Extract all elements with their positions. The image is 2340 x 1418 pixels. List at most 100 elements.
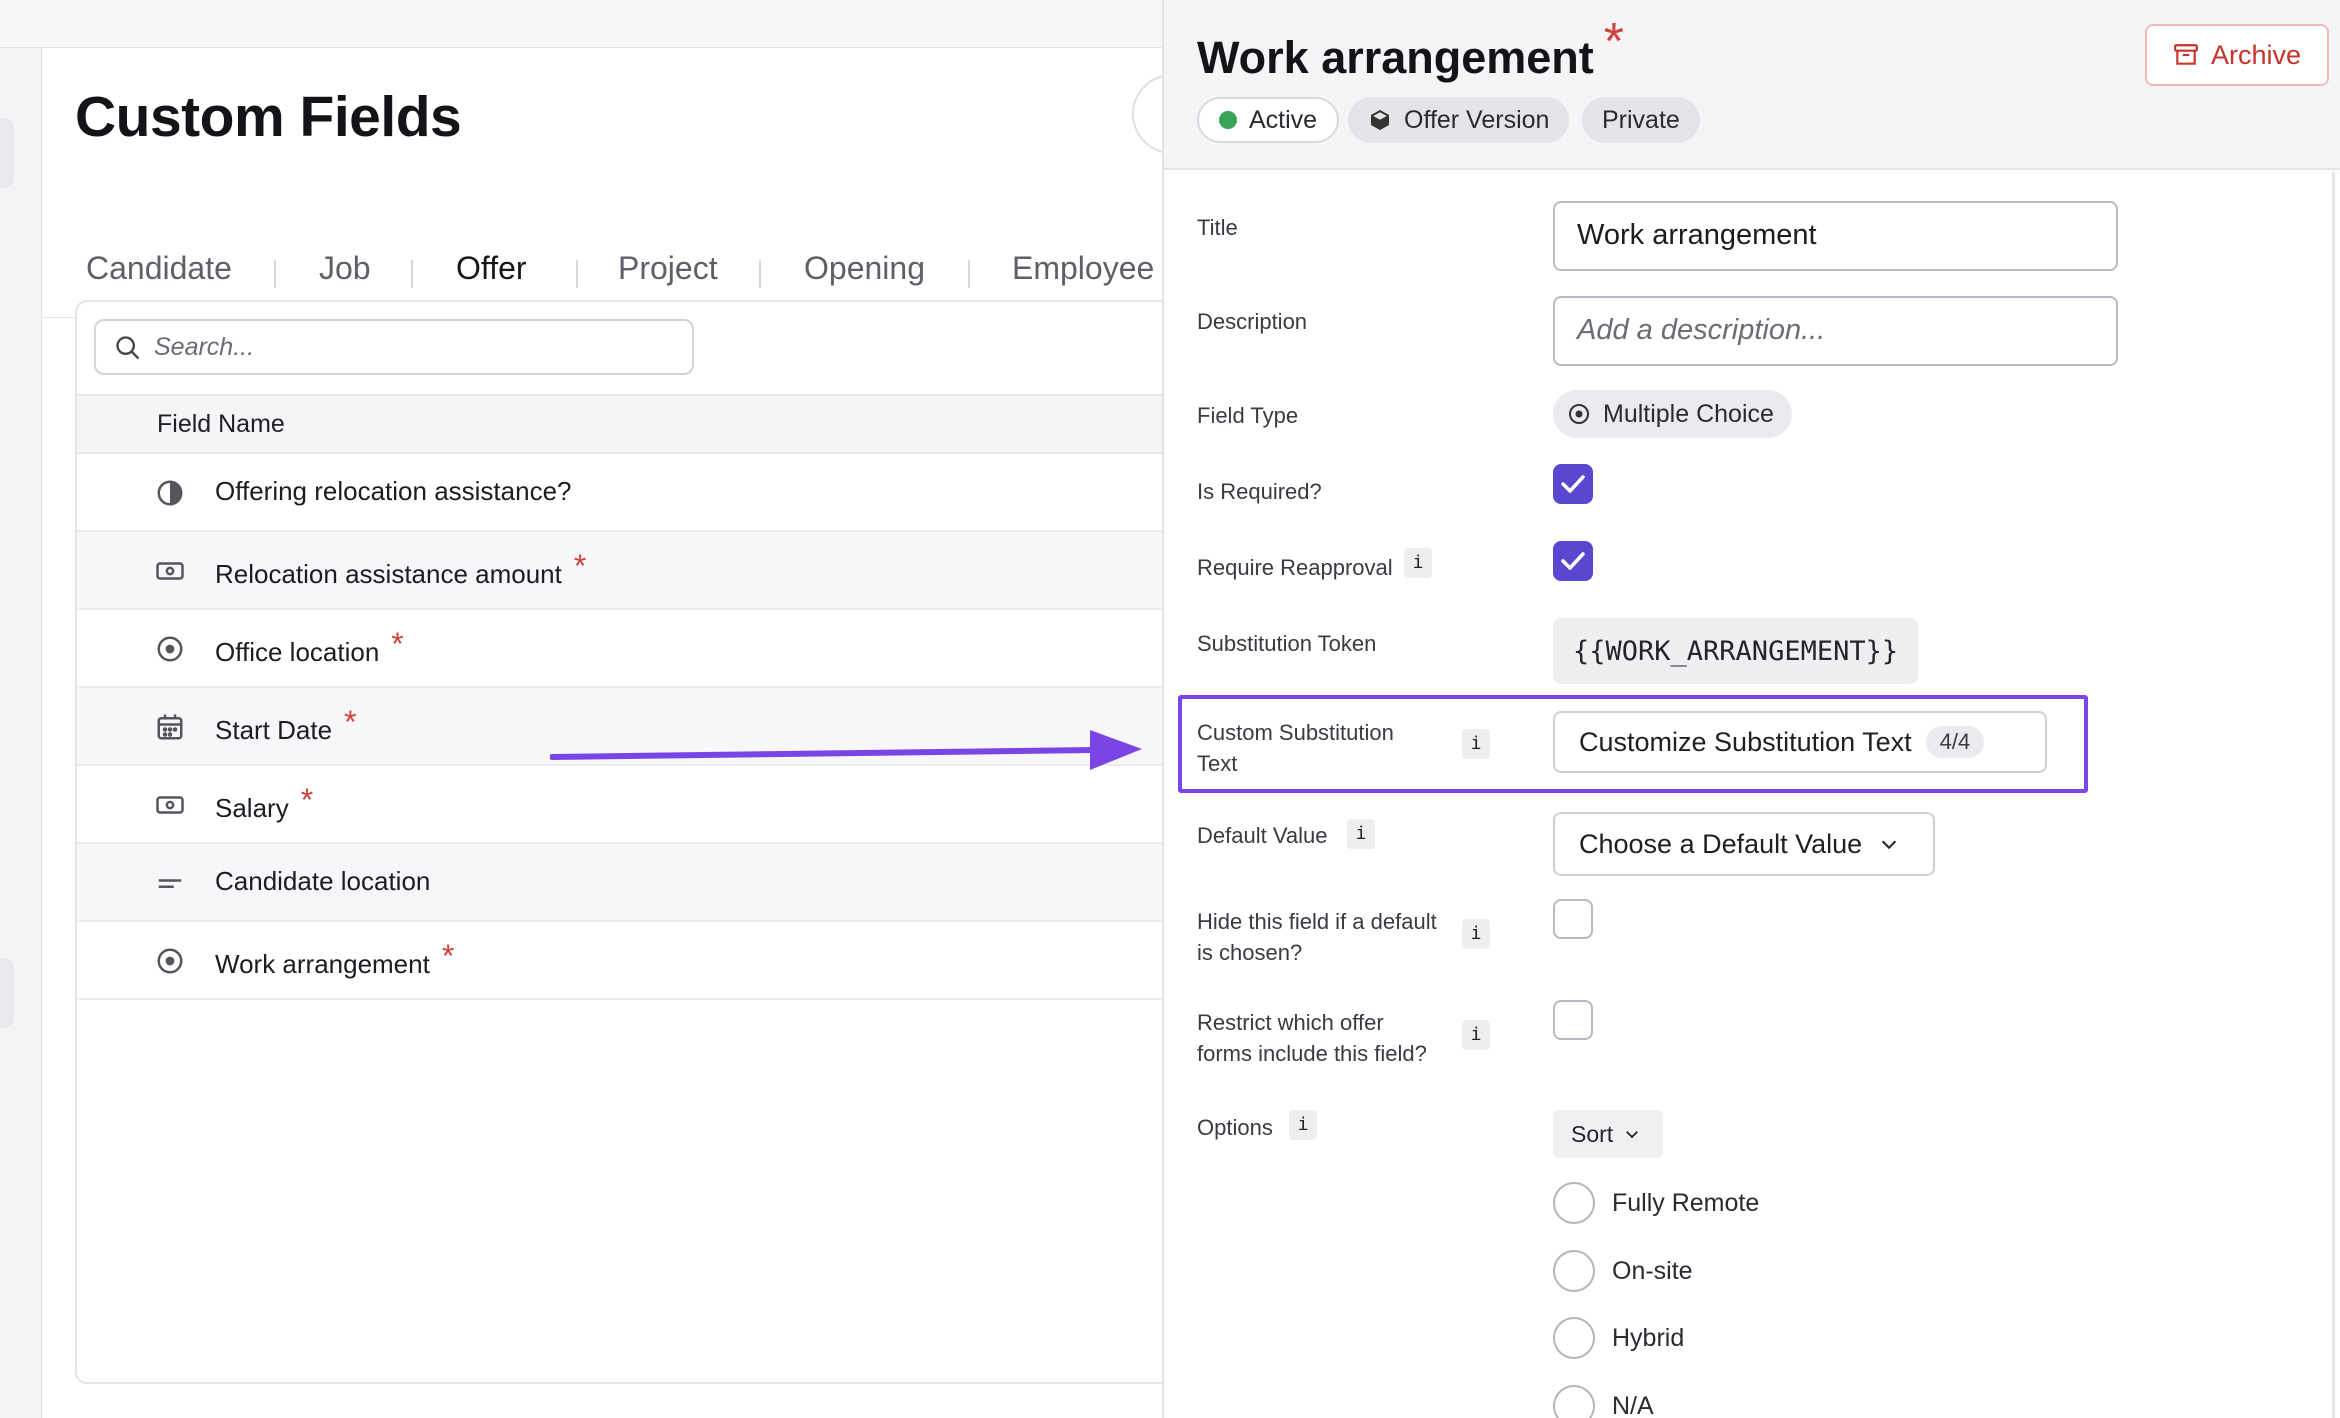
- default-value-dropdown[interactable]: Choose a Default Value: [1553, 812, 1935, 876]
- custom-substitution-label: Custom Substitution Text: [1197, 720, 1394, 776]
- tab-project[interactable]: Project: [618, 250, 718, 287]
- row-label: Start Date *: [215, 704, 357, 745]
- required-star: *: [391, 626, 404, 662]
- info-icon[interactable]: i: [1347, 819, 1375, 849]
- status-dot: [1219, 111, 1237, 129]
- table-row[interactable]: Candidate location: [77, 844, 1173, 922]
- table-row[interactable]: Offering relocation assistance?: [77, 454, 1173, 532]
- require-reapproval-checkbox[interactable]: [1553, 541, 1593, 581]
- fields-table-card: Search... Field Name Offering relocation…: [75, 300, 1175, 1384]
- radio-icon: [1569, 404, 1589, 424]
- row-label: Offering relocation assistance?: [215, 476, 572, 506]
- option-label: On-site: [1612, 1257, 1693, 1285]
- required-star: *: [344, 704, 357, 740]
- annotation-arrow: [550, 730, 1142, 770]
- text-lines-icon: [158, 879, 182, 888]
- title-input[interactable]: Work arrangement: [1553, 201, 2118, 271]
- sort-dropdown[interactable]: Sort: [1553, 1110, 1663, 1158]
- option-label: Fully Remote: [1612, 1189, 1760, 1217]
- required-star: *: [441, 938, 455, 974]
- check-icon: [1561, 552, 1585, 570]
- tab-divider: [274, 260, 276, 288]
- visibility-badge: Private: [1582, 97, 1700, 143]
- drawer-scrollbar[interactable]: [2332, 172, 2335, 1418]
- tab-employee[interactable]: Employee: [1012, 250, 1154, 287]
- field-detail-drawer: Work arrangement * Active Offer Version P…: [1162, 0, 2340, 1418]
- table-row[interactable]: Office location *: [77, 610, 1173, 688]
- search-placeholder: Search...: [154, 333, 255, 361]
- table-row[interactable]: Relocation assistance amount *: [77, 532, 1173, 610]
- info-icon[interactable]: i: [1404, 548, 1432, 578]
- restrict-forms-label: Restrict which offer forms include this f…: [1197, 1010, 1427, 1066]
- currency-icon: [156, 796, 184, 814]
- option-label: Hybrid: [1612, 1324, 1685, 1352]
- table-header: Field Name: [77, 394, 1173, 454]
- option-radio[interactable]: [1553, 1385, 1595, 1418]
- tab-divider: [759, 260, 761, 288]
- description-input[interactable]: Add a description...: [1553, 296, 2118, 366]
- option-radio[interactable]: [1553, 1317, 1595, 1359]
- row-label: Work arrangement *: [215, 938, 455, 979]
- row-label: Candidate location: [215, 866, 431, 896]
- tab-opening[interactable]: Opening: [804, 250, 925, 287]
- row-label: Office location *: [215, 626, 404, 667]
- rail-tab[interactable]: [0, 958, 14, 1028]
- drawer-title: Work arrangement *: [1197, 13, 1625, 83]
- page-title: Custom Fields: [75, 85, 462, 149]
- require-reapproval-label: Require Reapproval: [1197, 555, 1393, 580]
- info-icon[interactable]: i: [1462, 1020, 1490, 1050]
- substitution-count-badge: 4/4: [1925, 726, 1985, 758]
- option-radio[interactable]: [1553, 1250, 1595, 1292]
- row-label: Salary *: [215, 782, 314, 823]
- is-required-checkbox[interactable]: [1553, 464, 1593, 504]
- tab-job[interactable]: Job: [319, 250, 371, 287]
- field-type-label: Field Type: [1197, 403, 1299, 428]
- hide-field-label: Hide this field if a default is chosen?: [1197, 909, 1437, 965]
- search-icon: [116, 336, 140, 360]
- check-icon: [1561, 475, 1585, 493]
- left-rail: [0, 48, 42, 1418]
- info-icon[interactable]: i: [1462, 729, 1490, 759]
- required-star: *: [573, 548, 587, 584]
- search-input[interactable]: Search...: [94, 319, 694, 375]
- archive-button[interactable]: Archive: [2145, 24, 2329, 86]
- required-star: *: [1603, 13, 1625, 71]
- required-star: *: [300, 782, 314, 818]
- info-icon[interactable]: i: [1289, 1110, 1317, 1140]
- column-header-field-name[interactable]: Field Name: [157, 410, 285, 439]
- title-label: Title: [1197, 215, 1238, 240]
- tab-divider: [576, 260, 578, 288]
- is-required-label: Is Required?: [1197, 479, 1322, 504]
- calendar-icon: [157, 714, 183, 740]
- tab-offer[interactable]: Offer: [456, 250, 527, 287]
- top-strip: [0, 0, 1162, 48]
- substitution-token: {{WORK_ARRANGEMENT}}: [1553, 618, 1919, 684]
- half-circle-icon: [157, 480, 183, 506]
- tab-divider: [968, 260, 970, 288]
- chevron-down-icon: [1626, 1131, 1639, 1139]
- table-row[interactable]: Work arrangement *: [77, 922, 1173, 1000]
- version-badge: Offer Version: [1348, 97, 1570, 143]
- tab-divider: [411, 260, 413, 288]
- archive-icon: [2174, 44, 2198, 65]
- option-label: N/A: [1612, 1392, 1654, 1418]
- radio-icon: [157, 636, 183, 662]
- status-badge: Active: [1197, 97, 1340, 143]
- radio-icon: [157, 948, 183, 974]
- info-icon[interactable]: i: [1462, 919, 1490, 949]
- chevron-down-icon: [1882, 840, 1897, 850]
- restrict-forms-checkbox[interactable]: [1553, 1000, 1593, 1040]
- rail-tab[interactable]: [0, 118, 14, 188]
- option-radio[interactable]: [1553, 1182, 1595, 1224]
- row-label: Relocation assistance amount *: [215, 548, 587, 589]
- field-type-chip: Multiple Choice: [1553, 390, 1792, 438]
- description-label: Description: [1197, 309, 1308, 334]
- default-value-label: Default Value: [1197, 823, 1328, 848]
- tab-candidate[interactable]: Candidate: [86, 250, 232, 287]
- customize-substitution-button[interactable]: Customize Substitution Text 4/4: [1553, 711, 2047, 773]
- cube-icon: [1371, 110, 1389, 130]
- options-label: Options: [1197, 1115, 1273, 1140]
- hide-field-checkbox[interactable]: [1553, 899, 1593, 939]
- drawer-header: Work arrangement * Active Offer Version P…: [1164, 0, 2340, 170]
- currency-icon: [156, 562, 184, 580]
